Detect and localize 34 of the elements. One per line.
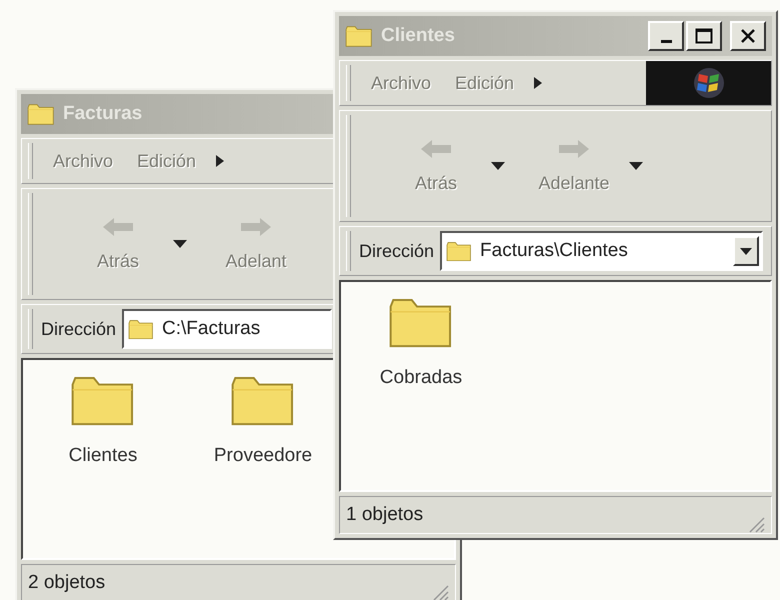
folder-label[interactable]: Proveedore [214,444,312,467]
resize-grip-icon[interactable] [431,583,449,600]
address-label: Dirección [359,240,436,262]
status-text: 1 objetos [346,504,424,526]
folder-icon [446,240,472,262]
caret-icon [740,248,752,254]
folder-icon [345,24,373,48]
maximize-button[interactable] [686,21,722,51]
folder-icon [230,374,296,427]
right-arrow-icon [558,138,590,158]
close-icon [740,29,756,43]
left-arrow-icon [420,138,452,158]
window-title: Facturas [63,103,142,125]
chevron-icon[interactable] [216,155,224,167]
chevron-icon[interactable] [534,77,542,89]
dropdown-button[interactable] [733,236,759,266]
folder-label[interactable]: Cobradas [380,366,462,389]
resize-grip-icon[interactable] [747,515,765,533]
close-button[interactable] [730,21,766,51]
left-arrow-icon [102,216,134,236]
folder-icon [388,296,454,349]
address-field[interactable]: Facturas\Clientes [440,231,763,271]
folder-icon [27,102,55,126]
folder-icon [70,374,136,427]
status-text: 2 objetos [28,572,106,594]
window-title: Clientes [381,25,455,47]
address-label: Dirección [41,318,118,340]
minimize-button[interactable] [648,21,684,51]
folder-label[interactable]: Clientes [68,444,138,467]
minimize-icon [660,40,672,42]
address-field[interactable]: C:\Facturas [122,309,332,349]
folder-icon [128,318,154,340]
maximize-icon [695,28,713,44]
right-arrow-icon [240,216,272,236]
